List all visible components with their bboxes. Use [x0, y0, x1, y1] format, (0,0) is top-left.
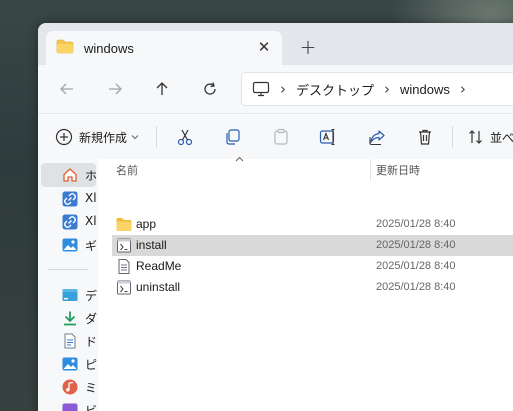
new-button-label: 新規作成 [79, 130, 128, 145]
sidebar-item-label: Xl [85, 214, 97, 228]
sidebar-divider [48, 269, 88, 270]
tab-close-icon[interactable]: ✕ [256, 38, 272, 56]
new-tab-button[interactable]: + [296, 35, 320, 59]
column-divider[interactable] [370, 159, 371, 181]
file-name: app [136, 217, 157, 231]
sort-button-label: 並べ [490, 130, 513, 145]
command-bar: 新規作成 並べ [38, 113, 513, 159]
picture-icon [62, 357, 78, 371]
sidebar-item-label: Xl [85, 191, 97, 205]
sort-icon [469, 130, 482, 144]
share-button[interactable] [368, 125, 386, 149]
breadcrumb-chevron: › [280, 80, 286, 98]
address-bar[interactable]: › デスクトップ › windows › [241, 72, 513, 106]
link-icon [62, 191, 78, 207]
clipboard-icon [274, 128, 288, 145]
content-area: ホ Xl Xl ギ デ ダ ド ピ ミ ビ 名前 更新日時 app 2025/0… [38, 156, 513, 411]
scissors-icon [177, 129, 193, 146]
document-icon [64, 333, 76, 349]
back-button[interactable] [53, 75, 81, 103]
sidebar-item-label: ミ [85, 381, 98, 395]
file-date: 2025/01/28 8:40 [376, 218, 456, 230]
sidebar-item-home[interactable]: ホ [41, 163, 98, 187]
sidebar-item-label: ピ [85, 358, 98, 372]
file-name: install [136, 238, 167, 252]
copy-button[interactable] [223, 125, 241, 149]
file-date: 2025/01/28 8:40 [376, 281, 456, 293]
desktop-icon [62, 289, 78, 301]
cut-button[interactable] [176, 125, 194, 149]
delete-button[interactable] [416, 125, 434, 149]
sidebar-item-videos[interactable]: ビ [41, 398, 98, 411]
sidebar-item-label: ビ [85, 404, 98, 411]
paste-button[interactable] [272, 125, 290, 149]
navigation-bar: › デスクトップ › windows › [38, 65, 513, 113]
chevron-down-icon [131, 135, 139, 140]
sidebar-item-downloads[interactable]: ダ [41, 306, 98, 330]
column-header-name[interactable]: 名前 [116, 159, 138, 181]
sidebar-item-pictures[interactable]: ピ [41, 352, 98, 376]
sidebar-item-gallery[interactable]: ギ [41, 233, 98, 257]
file-name: uninstall [136, 280, 181, 294]
download-icon [64, 311, 76, 326]
this-pc-icon [252, 81, 270, 97]
file-explorer-window: windows ✕ + › デスクトップ › windows › 新規作成 並べ… [38, 23, 513, 411]
tab-strip: windows ✕ + [38, 23, 513, 65]
video-icon [62, 403, 78, 411]
breadcrumb-chevron: › [384, 80, 391, 98]
copy-icon [226, 129, 240, 145]
script-icon [117, 238, 131, 253]
breadcrumb-desktop[interactable]: デスクトップ [296, 80, 374, 99]
sidebar-item-label: デ [85, 289, 98, 303]
sidebar-item-label: ギ [85, 239, 98, 253]
share-icon [369, 130, 385, 146]
file-name: ReadMe [136, 259, 182, 273]
sidebar-item-link-1[interactable]: Xl [41, 187, 97, 211]
script-icon [117, 280, 131, 295]
command-divider [156, 126, 157, 148]
plus-circle-icon [55, 128, 73, 146]
sidebar-item-link-2[interactable]: Xl [41, 210, 97, 234]
navigation-pane: ホ Xl Xl ギ デ ダ ド ピ ミ ビ [38, 159, 98, 411]
breadcrumb-chevron: › [459, 80, 466, 98]
link-icon [62, 214, 78, 230]
sidebar-item-label: ホ [85, 169, 98, 183]
file-row-app[interactable]: app 2025/01/28 8:40 [112, 214, 513, 235]
home-icon [63, 168, 77, 182]
trash-icon [419, 129, 431, 145]
column-header-modified[interactable]: 更新日時 [376, 159, 420, 181]
breadcrumb-windows[interactable]: windows [400, 82, 450, 97]
gallery-icon [62, 238, 78, 252]
command-divider [452, 126, 453, 148]
file-list: 名前 更新日時 app 2025/01/28 8:40 install 2025… [98, 156, 513, 411]
up-button[interactable] [148, 75, 176, 103]
sidebar-item-music[interactable]: ミ [41, 375, 98, 399]
sidebar-item-documents[interactable]: ド [41, 329, 98, 353]
arrow-right-icon [109, 83, 122, 95]
file-date: 2025/01/28 8:40 [376, 239, 456, 251]
music-icon [62, 379, 78, 395]
refresh-icon [204, 82, 216, 95]
folder-icon [56, 39, 74, 58]
text-file-icon [118, 259, 130, 274]
arrow-up-icon [156, 82, 168, 95]
file-row-uninstall[interactable]: uninstall 2025/01/28 8:40 [112, 277, 513, 298]
arrow-left-icon [60, 83, 73, 95]
new-button[interactable]: 新規作成 [55, 125, 139, 149]
sidebar-item-label: ダ [85, 312, 98, 326]
file-row-readme[interactable]: ReadMe 2025/01/28 8:40 [112, 256, 513, 277]
folder-icon [116, 218, 132, 231]
sidebar-item-label: ド [85, 335, 98, 349]
tab-title: windows [84, 40, 134, 56]
tab-windows[interactable]: windows ✕ [46, 31, 282, 65]
sort-ascending-icon [235, 155, 244, 165]
file-row-install[interactable]: install 2025/01/28 8:40 [112, 235, 513, 256]
file-date: 2025/01/28 8:40 [376, 260, 456, 272]
rename-button[interactable] [319, 125, 337, 149]
sort-button[interactable]: 並べ [468, 125, 513, 149]
forward-button[interactable] [101, 75, 129, 103]
rename-icon [319, 128, 335, 146]
refresh-button[interactable] [196, 75, 224, 103]
sidebar-item-desktop[interactable]: デ [41, 283, 98, 307]
